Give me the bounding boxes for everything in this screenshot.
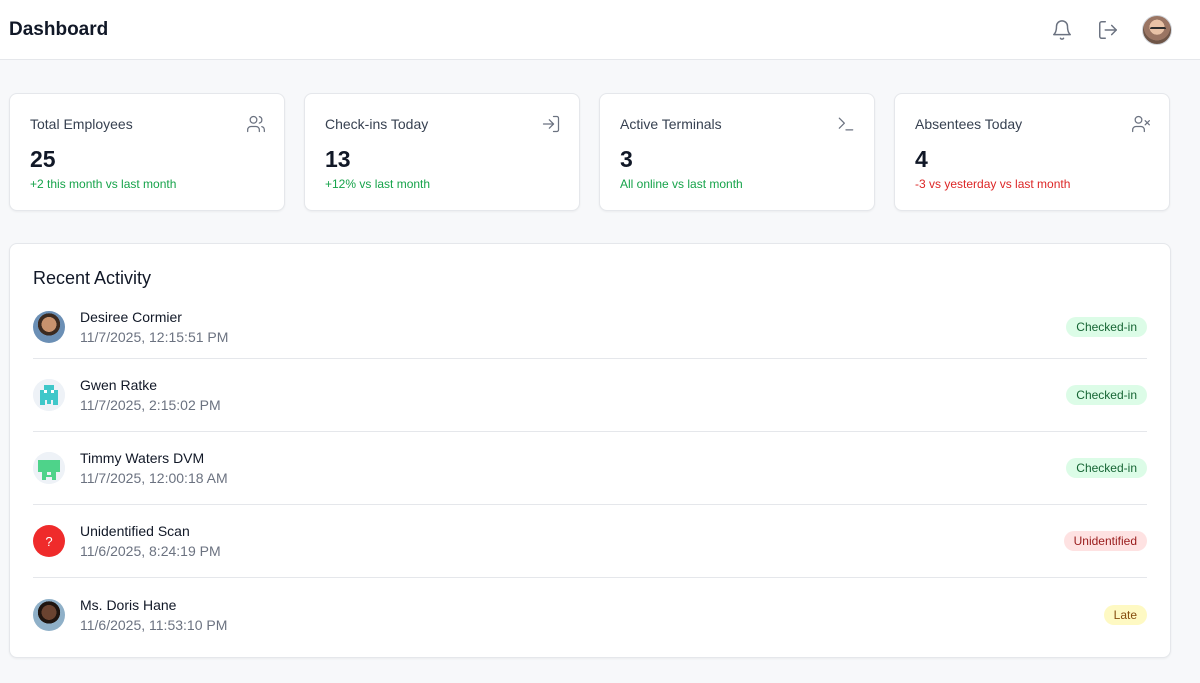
stats-row: Total Employees 25 +2 this month vs last… xyxy=(9,93,1171,211)
employee-name: Desiree Cormier xyxy=(80,309,182,325)
stat-card-active-terminals: Active Terminals 3 All online vs last mo… xyxy=(599,93,875,211)
activity-item-text: Desiree Cormier 11/7/2025, 12:15:51 PM xyxy=(80,309,228,345)
top-actions xyxy=(1050,14,1172,45)
stat-trend: All online vs last month xyxy=(620,177,743,191)
user-x-icon xyxy=(1131,114,1151,134)
timestamp: 11/6/2025, 11:53:10 PM xyxy=(80,616,228,633)
recent-activity-panel: Recent Activity Desiree Cormier 11/7/202… xyxy=(9,243,1171,658)
page-title: Dashboard xyxy=(9,18,109,40)
timestamp: 11/6/2025, 8:24:19 PM xyxy=(80,543,221,559)
activity-item-info: Ms. Doris Hane 11/6/2025, 11:53:10 PM xyxy=(33,597,227,633)
stat-trend: -3 vs yesterday vs last month xyxy=(915,177,1071,191)
employee-name: Unidentified Scan xyxy=(80,523,190,539)
logout-icon[interactable] xyxy=(1096,18,1120,42)
activity-item-info: Timmy Waters DVM 11/7/2025, 12:00:18 AM xyxy=(33,450,228,486)
status-badge: Checked-in xyxy=(1066,317,1147,337)
stat-title: Active Terminals xyxy=(620,116,722,132)
activity-item[interactable]: Gwen Ratke 11/7/2025, 2:15:02 PM Checked… xyxy=(33,359,1147,432)
status-badge: Unidentified xyxy=(1063,531,1147,551)
activity-item-text: Ms. Doris Hane 11/6/2025, 11:53:10 PM xyxy=(80,597,227,633)
login-icon xyxy=(541,114,561,134)
stat-card-absentees-today: Absentees Today 4 -3 vs yesterday vs las… xyxy=(894,93,1170,211)
timestamp: 11/7/2025, 12:15:51 PM xyxy=(80,329,229,345)
stat-value: 4 xyxy=(915,146,928,172)
terminal-icon xyxy=(836,114,856,134)
top-bar: Dashboard xyxy=(0,0,1200,60)
activity-item-text: Gwen Ratke 11/7/2025, 2:15:02 PM xyxy=(80,377,221,413)
stat-title: Total Employees xyxy=(30,116,133,132)
activity-item[interactable]: Ms. Doris Hane 11/6/2025, 11:53:10 PM La… xyxy=(33,578,1147,651)
timestamp: 11/7/2025, 2:15:02 PM xyxy=(80,397,221,413)
employee-name: Timmy Waters DVM xyxy=(80,450,205,466)
stat-value: 25 xyxy=(30,146,56,172)
bell-icon[interactable] xyxy=(1050,18,1074,42)
avatar xyxy=(33,598,65,631)
stat-card-total-employees: Total Employees 25 +2 this month vs last… xyxy=(9,93,285,211)
avatar xyxy=(33,311,65,343)
activity-item-text: Unidentified Scan 11/6/2025, 8:24:19 PM xyxy=(80,523,221,559)
activity-item-text: Timmy Waters DVM 11/7/2025, 12:00:18 AM xyxy=(80,450,228,486)
stat-value: 3 xyxy=(620,146,633,172)
activity-item[interactable]: Timmy Waters DVM 11/7/2025, 12:00:18 AM … xyxy=(33,432,1147,505)
stat-value: 13 xyxy=(325,146,351,172)
avatar xyxy=(33,379,65,411)
activity-item[interactable]: Desiree Cormier 11/7/2025, 12:15:51 PM C… xyxy=(33,296,1147,359)
stat-trend: +12% vs last month xyxy=(325,177,431,191)
stat-card-check-ins-today: Check-ins Today 13 +12% vs last month xyxy=(304,93,580,211)
status-badge: Checked-in xyxy=(1066,458,1147,478)
timestamp: 11/7/2025, 12:00:18 AM xyxy=(80,470,228,486)
activity-item-info: ? Unidentified Scan 11/6/2025, 8:24:19 P… xyxy=(33,523,221,559)
users-icon xyxy=(246,114,266,134)
stat-trend: +2 this month vs last month xyxy=(30,177,177,191)
activity-item[interactable]: ? Unidentified Scan 11/6/2025, 8:24:19 P… xyxy=(33,505,1147,578)
stat-title: Absentees Today xyxy=(915,116,1023,132)
status-badge: Late xyxy=(1103,604,1147,625)
user-avatar[interactable] xyxy=(1142,14,1172,45)
question-mark-icon: ? xyxy=(33,525,65,557)
status-badge: Checked-in xyxy=(1066,385,1147,405)
employee-name: Gwen Ratke xyxy=(80,377,158,393)
activity-item-info: Desiree Cormier 11/7/2025, 12:15:51 PM xyxy=(33,309,228,345)
avatar xyxy=(33,452,65,484)
stat-title: Check-ins Today xyxy=(325,116,429,132)
activity-item-info: Gwen Ratke 11/7/2025, 2:15:02 PM xyxy=(33,377,221,413)
section-title: Recent Activity xyxy=(33,268,152,288)
employee-name: Ms. Doris Hane xyxy=(80,596,177,613)
